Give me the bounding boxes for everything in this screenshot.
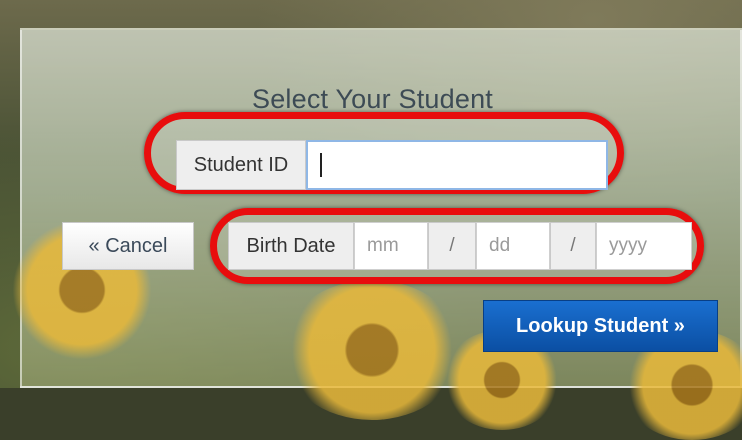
birth-year-input[interactable]: yyyy <box>596 222 692 270</box>
lookup-student-button[interactable]: Lookup Student » <box>483 300 718 352</box>
page-title: Select Your Student <box>252 84 493 114</box>
date-separator: / <box>550 222 596 270</box>
birth-date-label: Birth Date <box>228 222 354 270</box>
cancel-button[interactable]: « Cancel <box>62 222 194 270</box>
flower-decoration <box>282 280 462 420</box>
text-cursor <box>320 153 322 177</box>
month-placeholder: mm <box>367 235 399 256</box>
date-separator: / <box>428 222 476 270</box>
birth-day-input[interactable]: dd <box>476 222 550 270</box>
student-id-label: Student ID <box>176 140 306 190</box>
student-id-input[interactable] <box>306 140 608 190</box>
day-placeholder: dd <box>489 235 511 256</box>
year-placeholder: yyyy <box>609 235 647 256</box>
birth-month-input[interactable]: mm <box>354 222 428 270</box>
